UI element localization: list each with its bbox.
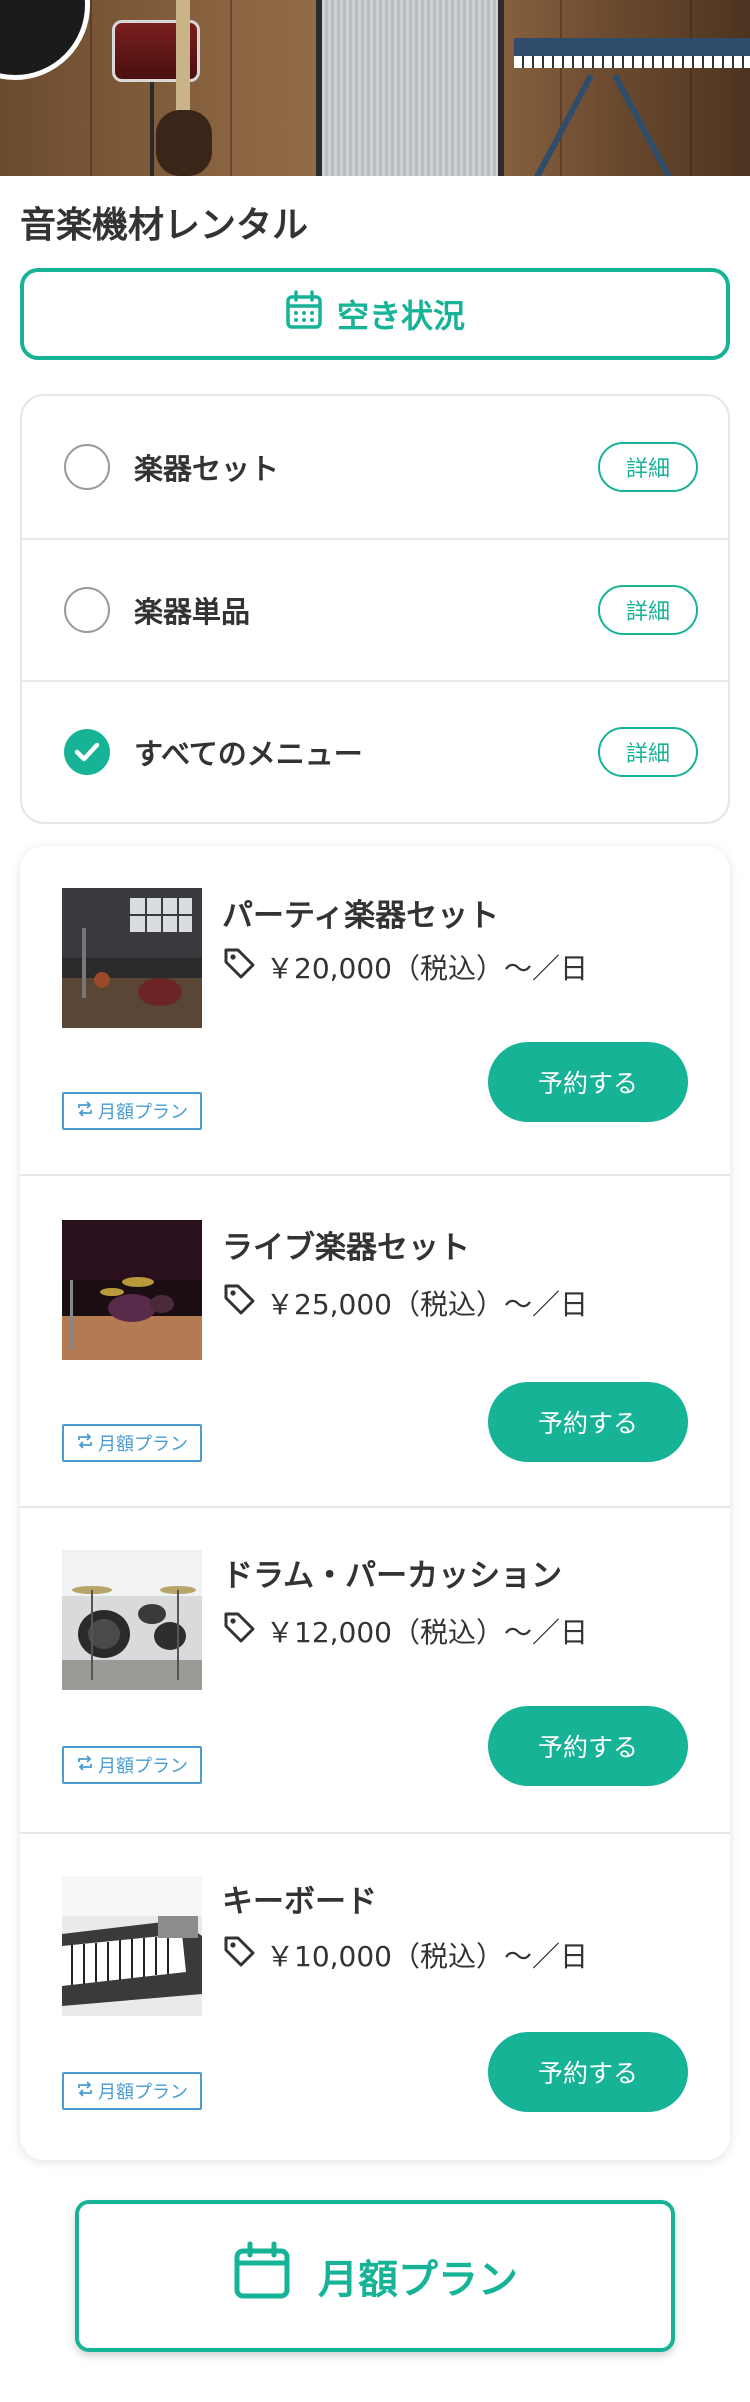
product-image [62,888,202,1028]
badge-label: 月額プラン [98,1102,188,1123]
item-name: ライブ楽器セット [222,1230,470,1266]
menu-option-label: すべてのメニュー [134,737,363,771]
price-tag-icon [222,946,256,987]
detail-button[interactable]: 詳細 [598,727,698,777]
list-item: ライブ楽器セット ￥25,000（税込）〜／日 月額プラン 予約する [20,1178,730,1508]
reserve-button[interactable]: 予約する [488,1042,688,1122]
monthly-plan-badge: 月額プラン [62,1092,202,1130]
price-tag-icon [222,1610,256,1651]
repeat-icon [76,1754,94,1777]
badge-label: 月額プラン [98,1756,188,1777]
check-icon [74,742,100,762]
reserve-button[interactable]: 予約する [488,1706,688,1786]
list-item: パーティ楽器セット ￥20,000（税込）〜／日 月額プラン 予約する [20,846,730,1176]
detail-button[interactable]: 詳細 [598,585,698,635]
radio-button[interactable] [64,444,110,490]
monthly-plan-badge: 月額プラン [62,2072,202,2110]
badge-label: 月額プラン [98,1434,188,1455]
detail-button[interactable]: 詳細 [598,442,698,492]
calendar-icon [232,2241,292,2311]
product-image [62,1220,202,1360]
monthly-plan-button[interactable]: 月額プラン [75,2200,675,2352]
monthly-plan-badge: 月額プラン [62,1746,202,1784]
price-row: ￥20,000（税込）〜／日 [222,946,588,987]
item-name: キーボード [222,1884,377,1920]
item-name: ドラム・パーカッション [222,1558,563,1594]
page-title: 音楽機材レンタル [20,205,309,246]
reserve-button[interactable]: 予約する [488,2032,688,2112]
availability-button[interactable]: 空き状況 [20,268,730,360]
menu-option-label: 楽器単品 [134,595,251,629]
item-price: ￥10,000（税込）〜／日 [266,1939,588,1973]
badge-label: 月額プラン [98,2082,188,2103]
hero-image [0,0,750,176]
list-item: キーボード ￥10,000（税込）〜／日 月額プラン 予約する [20,1836,730,2160]
menu-option-instrument-set[interactable]: 楽器セット 詳細 [22,396,728,538]
repeat-icon [76,1100,94,1123]
price-tag-icon [222,1282,256,1323]
price-row: ￥12,000（税込）〜／日 [222,1610,588,1651]
product-image [62,1876,202,2016]
page: 音楽機材レンタル 空き状況 楽器セット 詳細 楽器単品 詳細 すべてのメニュー … [0,0,750,2402]
list-item: ドラム・パーカッション ￥12,000（税込）〜／日 月額プラン 予約する [20,1510,730,1834]
menu-option-single-instrument[interactable]: 楽器単品 詳細 [22,538,728,680]
item-price: ￥20,000（税込）〜／日 [266,951,588,985]
reserve-button[interactable]: 予約する [488,1382,688,1462]
price-tag-icon [222,1934,256,1975]
item-price: ￥12,000（税込）〜／日 [266,1615,588,1649]
menu-option-all-menu[interactable]: すべてのメニュー 詳細 [22,680,728,822]
repeat-icon [76,2080,94,2103]
item-price: ￥25,000（税込）〜／日 [266,1287,588,1321]
radio-button[interactable] [64,587,110,633]
calendar-icon [285,290,323,338]
price-row: ￥25,000（税込）〜／日 [222,1282,588,1323]
monthly-plan-badge: 月額プラン [62,1424,202,1462]
price-row: ￥10,000（税込）〜／日 [222,1934,588,1975]
menu-filter-card: 楽器セット 詳細 楽器単品 詳細 すべてのメニュー 詳細 [20,394,730,824]
menu-option-label: 楽器セット [134,452,280,486]
availability-label: 空き状況 [336,297,465,335]
item-name: パーティ楽器セット [222,898,500,934]
product-list: パーティ楽器セット ￥20,000（税込）〜／日 月額プラン 予約する ライブ楽… [20,846,730,2160]
radio-button-checked[interactable] [64,729,110,775]
monthly-plan-label: 月額プラン [318,2257,518,2303]
product-image [62,1550,202,1690]
repeat-icon [76,1432,94,1455]
